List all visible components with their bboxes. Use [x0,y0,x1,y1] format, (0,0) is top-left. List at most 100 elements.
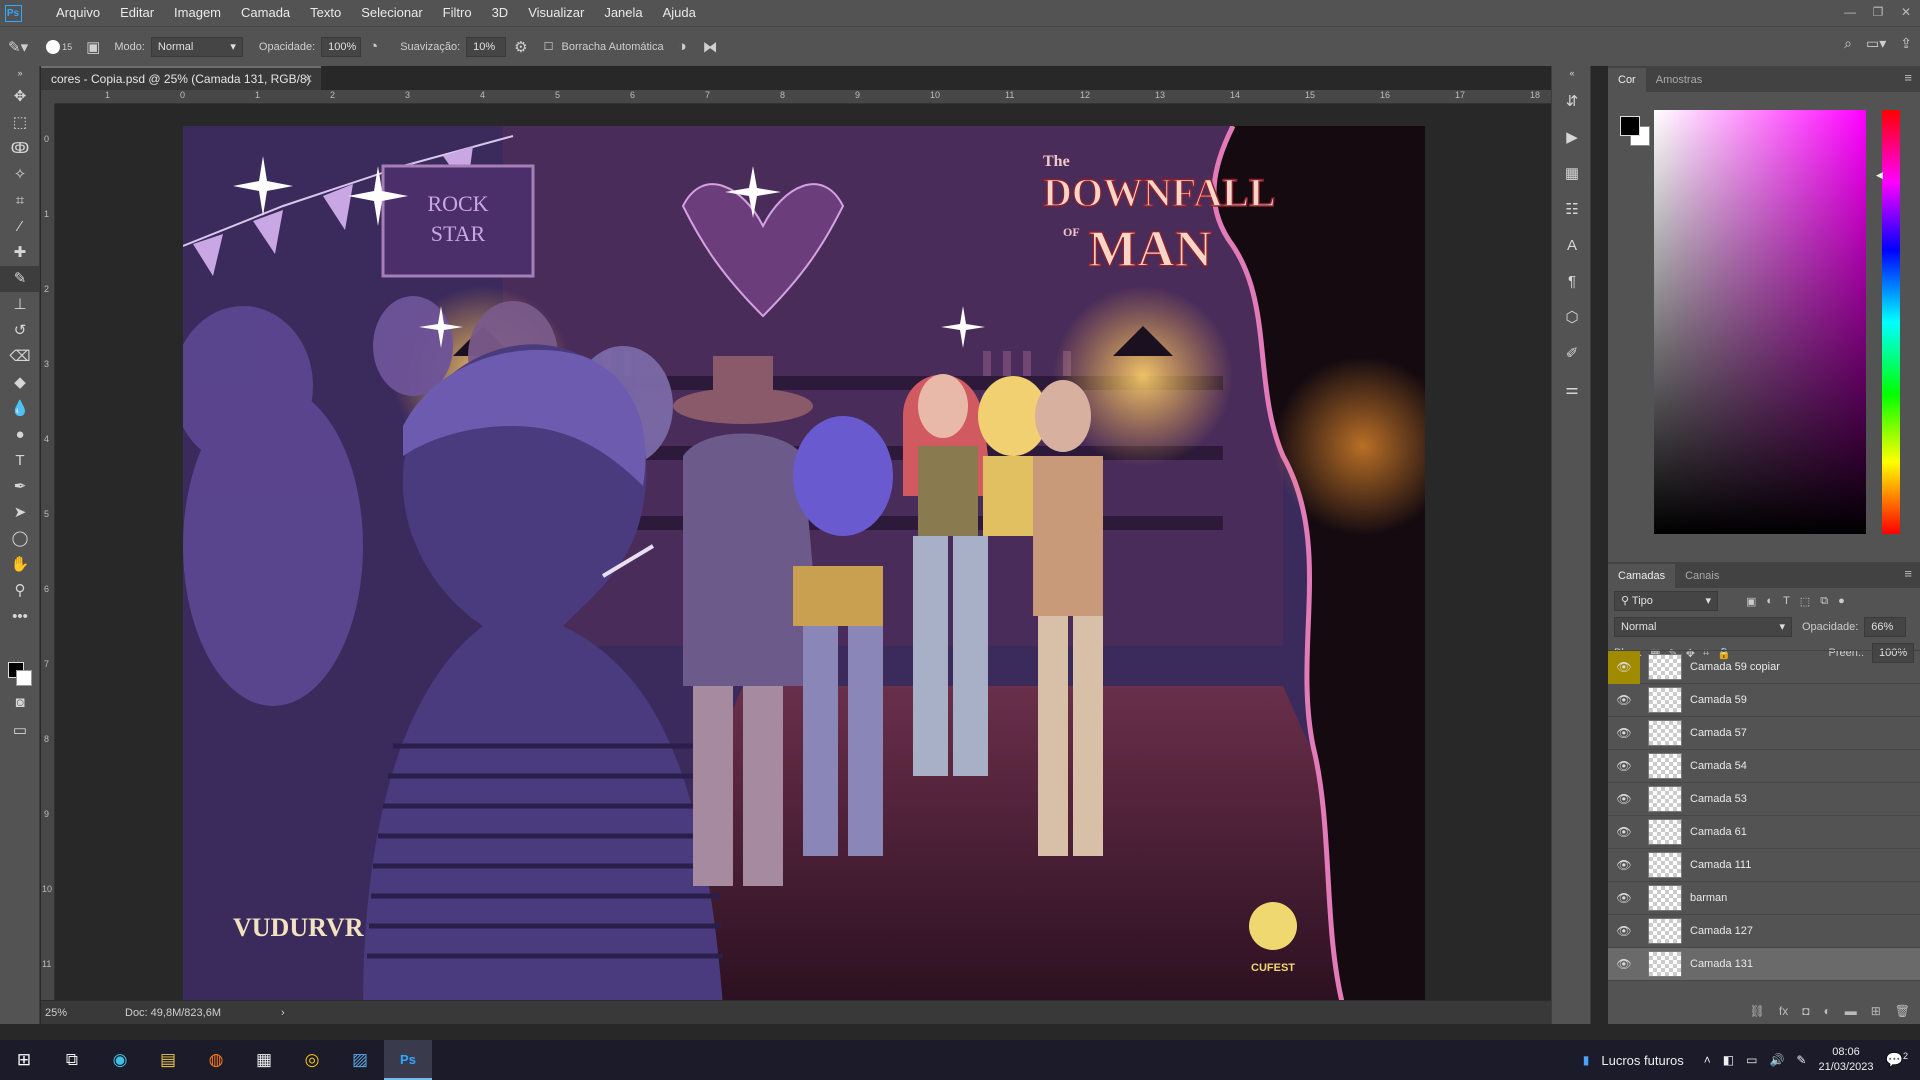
character-icon[interactable]: A [1552,228,1592,264]
brush-tool-preset-icon[interactable]: ✎▾ [8,38,28,56]
workspace-icon[interactable]: ▭▾ [1866,35,1886,52]
symmetry-icon[interactable]: ⧓ [703,38,718,56]
filter-adjustment-icon[interactable]: ◐ [1766,595,1773,608]
weather-icon[interactable]: ▮ [1583,1053,1590,1067]
photos-icon[interactable]: ▨ [336,1040,384,1080]
new-layer-icon[interactable]: ⊞ [1871,1004,1881,1018]
hue-marker-icon[interactable]: ◀ [1876,170,1883,181]
filter-shape-icon[interactable]: ⬚ [1800,595,1810,608]
more-tools-icon[interactable]: ••• [0,604,40,630]
notifications-icon[interactable]: 💬2 [1886,1051,1908,1069]
menu-janela[interactable]: Janela [594,0,652,26]
layer-opacity-field[interactable]: 66% [1864,617,1907,637]
libraries-icon[interactable]: ▦ [1552,156,1592,192]
crop-tool-icon[interactable]: ⌗ [0,188,40,214]
clone-stamp-tool-icon[interactable]: ⊥ [0,292,40,318]
photoshop-taskbar-icon[interactable]: Ps [384,1040,432,1080]
dodge-tool-icon[interactable]: ● [0,422,40,448]
pen-tool-icon[interactable]: ✒ [0,474,40,500]
layer-row[interactable]: 👁 barman [1608,882,1920,915]
pen-icon[interactable]: ✎ [1796,1053,1806,1067]
blend-mode-select[interactable]: Normal ▾ [1614,617,1792,637]
delete-layer-icon[interactable]: 🗑 [1895,1004,1910,1018]
eye-icon[interactable]: 👁 [1608,693,1640,707]
auto-erase-checkbox[interactable]: ☐ [544,40,554,53]
layer-row[interactable]: 👁 Camada 53 [1608,783,1920,816]
firefox-icon[interactable]: ◍ [192,1040,240,1080]
link-layers-icon[interactable]: ⛓ [1750,1004,1765,1018]
volume-icon[interactable]: 🔊 [1769,1053,1784,1067]
layer-row-selected[interactable]: 👁 Camada 131 [1608,948,1920,981]
brush-tool-icon[interactable]: ✎ [0,266,40,292]
menu-camada[interactable]: Camada [231,0,300,26]
eye-icon[interactable]: 👁 [1608,858,1640,872]
ellipse-tool-icon[interactable]: ◯ [0,526,40,552]
weather-text[interactable]: Lucros futuros [1601,1053,1683,1068]
eye-icon[interactable]: 👁 [1608,891,1640,905]
clock[interactable]: 08:06 21/03/2023 [1818,1045,1873,1075]
eyedropper-tool-icon[interactable]: ⁄ [0,214,40,240]
tab-layers[interactable]: Camadas [1608,564,1676,588]
brush-size-preview[interactable] [46,39,61,54]
fx-icon[interactable]: fx [1779,1004,1788,1018]
tab-swatches[interactable]: Amostras [1646,68,1712,92]
menu-imagem[interactable]: Imagem [164,0,231,26]
opacity-field[interactable]: 100% [321,36,362,57]
magic-wand-tool-icon[interactable]: ✧ [0,162,40,188]
eye-icon[interactable]: 👁 [1608,792,1640,806]
artwork-canvas[interactable]: ROCK STAR The DOWNFALL OF MAN VUDURVR CU… [183,126,1425,1006]
eye-icon[interactable]: 👁 [1608,726,1640,740]
menu-filtro[interactable]: Filtro [433,0,482,26]
pressure-opacity-icon[interactable]: ◔ [369,38,378,55]
menu-visualizar[interactable]: Visualizar [518,0,594,26]
eye-icon[interactable]: 👁 [1608,825,1640,839]
hue-slider[interactable] [1882,110,1900,534]
search-icon[interactable]: ⌕ [1844,35,1852,52]
background-color-swatch[interactable] [16,670,32,686]
eye-icon[interactable]: 👁 [1608,759,1640,773]
chevron-up-icon[interactable]: ˄ [1704,1053,1711,1067]
history-brush-tool-icon[interactable]: ↺ [0,318,40,344]
3d-cube-icon[interactable]: ⬡ [1552,300,1592,336]
paint-bucket-tool-icon[interactable]: ◆ [0,370,40,396]
eye-icon[interactable]: 👁 [1608,957,1640,971]
layer-row[interactable]: 👁 Camada 59 [1608,684,1920,717]
smoothing-field[interactable]: 10% [466,36,507,57]
lasso-tool-icon[interactable]: ↂ [0,136,40,162]
layer-row[interactable]: 👁 Camada 111 [1608,849,1920,882]
menu-ajuda[interactable]: Ajuda [653,0,706,26]
filter-type-icon[interactable]: T [1783,595,1790,608]
filter-toggle-icon[interactable]: ● [1838,595,1845,608]
layer-row[interactable]: 👁 Camada 61 [1608,816,1920,849]
panel-menu-icon[interactable]: ≡ [1904,70,1912,85]
tab-channels[interactable]: Canais [1675,564,1729,588]
adjustments-icon[interactable]: ☷ [1552,192,1592,228]
layers-menu-icon[interactable]: ≡ [1904,566,1912,581]
menu-texto[interactable]: Texto [300,0,351,26]
adjustment-layer-icon[interactable]: ◐ [1823,1004,1830,1018]
hand-tool-icon[interactable]: ✋ [0,552,40,578]
chrome-icon[interactable]: ◎ [288,1040,336,1080]
healing-brush-tool-icon[interactable]: ✚ [0,240,40,266]
layer-row[interactable]: 👁 Camada 57 [1608,717,1920,750]
zoom-level[interactable]: 25% [45,1007,105,1019]
quick-mask-icon[interactable]: ◙ [0,690,40,716]
filter-smart-icon[interactable]: ⧉ [1820,595,1828,608]
windows-start-icon[interactable]: ⊞ [0,1040,48,1080]
properties-icon[interactable]: ⚌ [1552,372,1592,408]
menu-selecionar[interactable]: Selecionar [351,0,432,26]
layer-row[interactable]: 👁 Camada 59 copiar [1608,651,1920,684]
pressure-size-icon[interactable]: ◑ [678,38,687,55]
eraser-tool-icon[interactable]: ⌫ [0,344,40,370]
calculator-icon[interactable]: ▦ [240,1040,288,1080]
type-tool-icon[interactable]: T [0,448,40,474]
minimize-icon[interactable]: — [1836,0,1864,26]
network-icon[interactable]: ▭ [1746,1053,1757,1067]
restore-icon[interactable]: ❐ [1864,0,1892,26]
paragraph-icon[interactable]: ¶ [1552,264,1592,300]
menu-editar[interactable]: Editar [110,0,164,26]
zoom-tool-icon[interactable]: ⚲ [0,578,40,604]
add-mask-icon[interactable]: ◘ [1802,1004,1809,1018]
edge-icon[interactable]: ◉ [96,1040,144,1080]
screen-mode-icon[interactable]: ▭ [0,718,40,744]
